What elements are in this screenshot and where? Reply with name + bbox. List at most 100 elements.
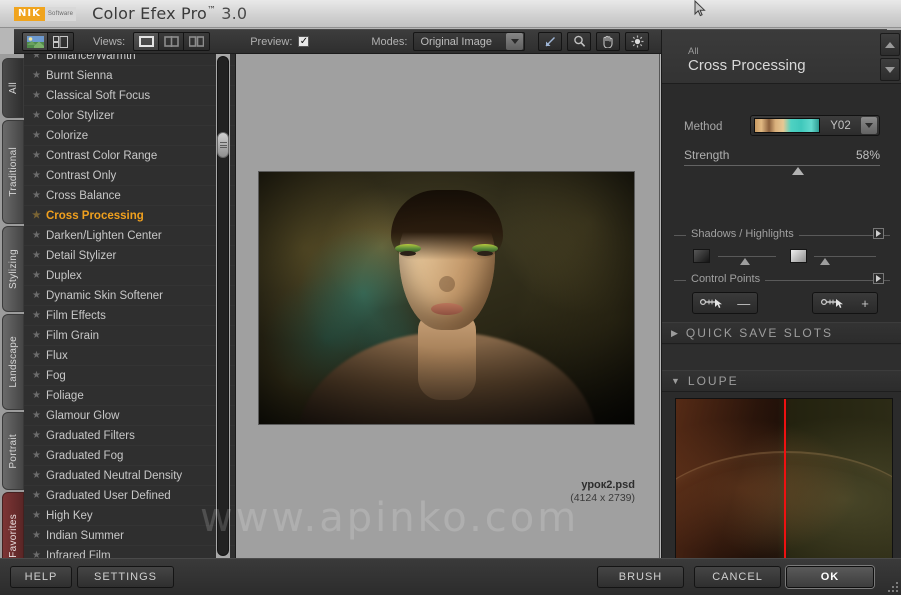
star-icon[interactable]: ★ <box>32 310 46 321</box>
filter-stepper-group[interactable] <box>880 32 900 82</box>
filter-list-item[interactable]: ★ Contrast Only <box>24 166 235 186</box>
star-icon[interactable]: ★ <box>32 54 46 61</box>
highlights-swatch-icon[interactable] <box>790 249 807 263</box>
settings-button[interactable]: SETTINGS <box>77 566 174 588</box>
loupe-preview-image[interactable] <box>675 398 893 562</box>
filter-list-item[interactable]: ★ Dynamic Skin Softener <box>24 286 235 306</box>
star-icon[interactable]: ★ <box>32 150 46 161</box>
brush-button[interactable]: BRUSH <box>597 566 684 588</box>
filter-list-item[interactable]: ★ Flux <box>24 346 235 366</box>
filter-list-item[interactable]: ★ Colorize <box>24 126 235 146</box>
star-icon[interactable]: ★ <box>32 210 46 221</box>
filter-list-item[interactable]: ★ Darken/Lighten Center <box>24 226 235 246</box>
zoom-tool[interactable] <box>567 32 592 51</box>
preview-checkbox[interactable]: ✓ <box>298 36 310 47</box>
star-icon[interactable]: ★ <box>32 430 46 441</box>
image-view-icon[interactable] <box>23 33 48 50</box>
grid-view-icon[interactable] <box>48 33 73 50</box>
star-icon[interactable]: ★ <box>32 70 46 81</box>
view-mode-group[interactable] <box>133 32 211 51</box>
star-icon[interactable]: ★ <box>32 270 46 281</box>
filter-list-scrollbar[interactable] <box>216 54 230 558</box>
next-filter-button[interactable] <box>880 58 900 81</box>
category-tab-all[interactable]: All <box>2 58 24 118</box>
filter-list-item[interactable]: ★ Cross Balance <box>24 186 235 206</box>
highlights-slider-track[interactable] <box>814 256 876 257</box>
star-icon[interactable]: ★ <box>32 470 46 481</box>
side-by-side-view-icon[interactable] <box>184 33 210 50</box>
filter-list-item[interactable]: ★ Graduated Filters <box>24 426 235 446</box>
filter-list-item[interactable]: ★ Glamour Glow <box>24 406 235 426</box>
filter-list-item[interactable]: ★ Foliage <box>24 386 235 406</box>
select-arrow-tool[interactable] <box>538 32 563 51</box>
filter-list-item[interactable]: ★ Duplex <box>24 266 235 286</box>
scrollbar-track[interactable] <box>217 56 229 556</box>
filter-list-item[interactable]: ★ Fog <box>24 366 235 386</box>
scrollbar-thumb[interactable] <box>217 132 229 158</box>
star-icon[interactable]: ★ <box>32 90 46 101</box>
filter-list-item[interactable]: ★ Cross Processing <box>24 206 235 226</box>
window-resize-grip[interactable] <box>888 582 898 592</box>
filter-list-item[interactable]: ★ Contrast Color Range <box>24 146 235 166</box>
category-tab-traditional[interactable]: Traditional <box>2 120 24 224</box>
filter-list-item[interactable]: ★ Infrared Film <box>24 546 235 559</box>
chevron-down-icon[interactable] <box>861 117 877 134</box>
star-icon[interactable]: ★ <box>32 450 46 461</box>
strength-slider-thumb[interactable] <box>791 167 804 175</box>
star-icon[interactable]: ★ <box>32 530 46 541</box>
chevron-right-icon[interactable]: ▶ <box>671 328 678 338</box>
preview-image-frame[interactable] <box>258 171 635 425</box>
filter-list-item[interactable]: ★ Burnt Sienna <box>24 66 235 86</box>
chevron-down-icon[interactable]: ▼ <box>671 376 680 386</box>
star-icon[interactable]: ★ <box>32 390 46 401</box>
star-icon[interactable]: ★ <box>32 230 46 241</box>
star-icon[interactable]: ★ <box>32 370 46 381</box>
help-button[interactable]: HELP <box>10 566 72 588</box>
previous-filter-button[interactable] <box>880 33 900 56</box>
filter-list-item[interactable]: ★ Graduated User Defined <box>24 486 235 506</box>
category-tab-portrait[interactable]: Portrait <box>2 412 24 490</box>
ok-button[interactable]: OK <box>786 566 874 588</box>
filter-list-item[interactable]: ★ Film Effects <box>24 306 235 326</box>
filter-list-item[interactable]: ★ Graduated Neutral Density <box>24 466 235 486</box>
filter-list-pane[interactable]: ★ Brilliance/Warmth ★ Burnt Sienna ★ Classica… <box>24 54 236 558</box>
star-icon[interactable]: ★ <box>32 330 46 341</box>
filter-list-item[interactable]: ★ Film Grain <box>24 326 235 346</box>
shadows-slider-track[interactable] <box>718 256 776 257</box>
star-icon[interactable]: ★ <box>32 510 46 521</box>
highlights-slider-thumb[interactable] <box>820 258 831 265</box>
star-icon[interactable]: ★ <box>32 130 46 141</box>
single-view-icon[interactable] <box>134 33 160 50</box>
pan-hand-tool[interactable] <box>596 32 621 51</box>
chevron-down-icon[interactable] <box>506 33 524 50</box>
strength-slider-track[interactable] <box>684 165 880 166</box>
filter-list-item[interactable]: ★ Classical Soft Focus <box>24 86 235 106</box>
filter-list-item[interactable]: ★ Detail Stylizer <box>24 246 235 266</box>
filter-list-item[interactable]: ★ Graduated Fog <box>24 446 235 466</box>
quick-save-slots-section[interactable]: ▶ QUICK SAVE SLOTS <box>662 322 901 344</box>
add-control-point-button[interactable]: + <box>812 292 878 314</box>
cancel-button[interactable]: CANCEL <box>694 566 781 588</box>
brightness-tool[interactable] <box>625 32 650 51</box>
star-icon[interactable]: ★ <box>32 170 46 181</box>
control-points-expand-button[interactable] <box>873 273 884 284</box>
method-select[interactable]: Y02 <box>750 115 880 136</box>
split-view-icon[interactable] <box>159 33 185 50</box>
preview-area[interactable]: урок2.psd (4124 x 2739) <box>236 54 660 558</box>
remove-control-point-button[interactable]: — <box>692 292 758 314</box>
filter-list-item[interactable]: ★ High Key <box>24 506 235 526</box>
star-icon[interactable]: ★ <box>32 350 46 361</box>
star-icon[interactable]: ★ <box>32 490 46 501</box>
modes-select[interactable]: Original Image <box>413 32 526 51</box>
shadows-slider-thumb[interactable] <box>739 258 750 265</box>
filter-list-item[interactable]: ★ Indian Summer <box>24 526 235 546</box>
star-icon[interactable]: ★ <box>32 190 46 201</box>
loupe-section[interactable]: ▼ LOUPE <box>662 370 901 392</box>
star-icon[interactable]: ★ <box>32 410 46 421</box>
filter-list-item[interactable]: ★ Color Stylizer <box>24 106 235 126</box>
shadows-highlights-expand-button[interactable] <box>873 228 884 239</box>
filter-list-item[interactable]: ★ Brilliance/Warmth <box>24 54 235 66</box>
star-icon[interactable]: ★ <box>32 290 46 301</box>
category-tab-stylizing[interactable]: Stylizing <box>2 226 24 312</box>
star-icon[interactable]: ★ <box>32 550 46 558</box>
